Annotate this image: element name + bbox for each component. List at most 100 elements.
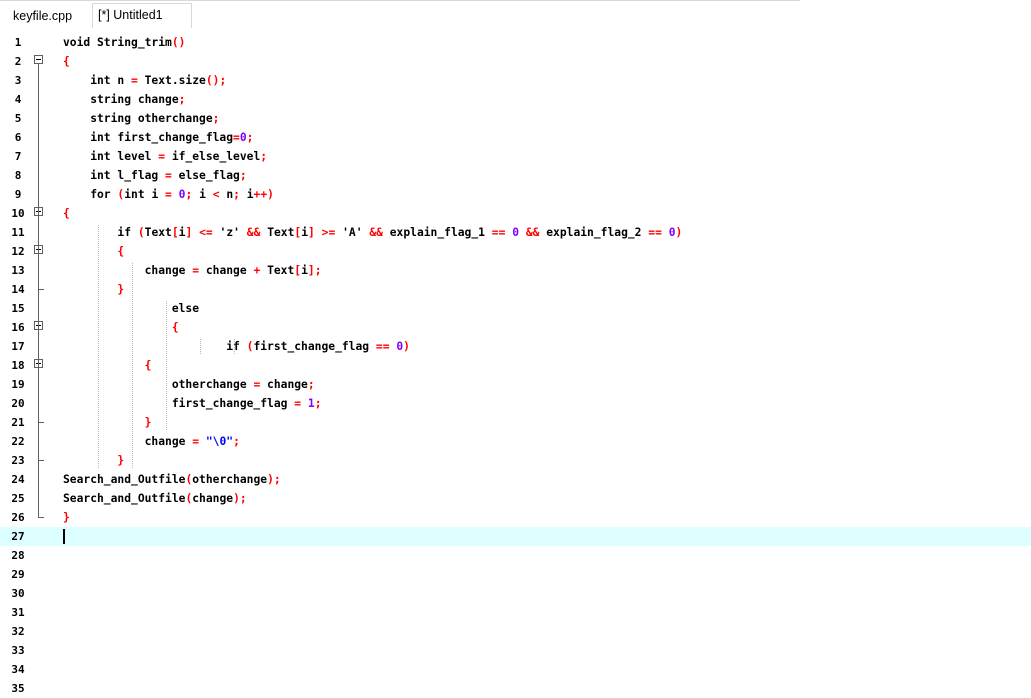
line-number: 25	[11, 492, 25, 505]
line-number: 28	[11, 549, 25, 562]
code-text: Search_and_Outfile(change);	[63, 492, 247, 505]
line-number: 13	[11, 264, 25, 277]
code-line[interactable]: 1 void String_trim()	[0, 33, 1031, 52]
code-text: {	[171, 321, 179, 334]
code-text: {	[63, 207, 70, 220]
code-line[interactable]: 3 int n = Text.size();	[0, 71, 1031, 90]
line-number: 32	[11, 625, 25, 638]
code-line[interactable]: 12 {	[0, 242, 1031, 261]
code-line[interactable]: 7 int level = if_else_level;	[0, 147, 1031, 166]
code-text: if (first_change_flag == 0)	[63, 340, 410, 353]
line-number: 29	[11, 568, 25, 581]
code-line[interactable]: 6 int first_change_flag=0;	[0, 128, 1031, 147]
code-text: change = "\0";	[63, 435, 240, 448]
code-line[interactable]: 18 {	[0, 356, 1031, 375]
code-line[interactable]: 8 int l_flag = else_flag;	[0, 166, 1031, 185]
code-line[interactable]: 27	[0, 527, 1031, 546]
line-number: 24	[11, 473, 25, 486]
line-number: 16	[11, 321, 25, 334]
code-line[interactable]: 4 string change;	[0, 90, 1031, 109]
code-text: int level = if_else_level;	[63, 150, 268, 163]
code-line[interactable]: 28	[0, 546, 1031, 565]
code-line[interactable]: 21 }	[0, 413, 1031, 432]
code-line[interactable]: 9 for (int i = 0; i < n; i++)	[0, 185, 1031, 204]
line-number: 31	[11, 606, 25, 619]
code-line[interactable]: 5 string otherchange;	[0, 109, 1031, 128]
line-number: 20	[11, 397, 25, 410]
code-line[interactable]: 16 {	[0, 318, 1031, 337]
indent-guide	[234, 339, 235, 354]
tab-bar-border	[0, 0, 800, 1]
line-number: 26	[11, 511, 25, 524]
code-line[interactable]: 35	[0, 679, 1031, 698]
line-number: 10	[11, 207, 25, 220]
line-number: 30	[11, 587, 25, 600]
line-number: 4	[14, 93, 22, 106]
line-number: 12	[11, 245, 25, 258]
code-line[interactable]: 14 }	[0, 280, 1031, 299]
code-line[interactable]: 25 Search_and_Outfile(change);	[0, 489, 1031, 508]
code-text: string change;	[63, 93, 186, 106]
line-number: 23	[11, 454, 25, 467]
code-text: {	[117, 245, 125, 258]
code-line[interactable]: 10 {	[0, 204, 1031, 223]
code-line[interactable]: 11 if (Text[i] <= 'z' && Text[i] >= 'A' …	[0, 223, 1031, 242]
fold-gutter-line	[38, 64, 39, 518]
line-number: 19	[11, 378, 25, 391]
line-number: 6	[14, 131, 22, 144]
code-line[interactable]: 26}	[0, 508, 1031, 527]
line-number: 11	[11, 226, 25, 239]
code-line[interactable]: 34	[0, 660, 1031, 679]
code-line[interactable]: 31	[0, 603, 1031, 622]
code-line[interactable]: 20 first_change_flag = 1;	[0, 394, 1031, 413]
code-line[interactable]: 29	[0, 565, 1031, 584]
code-text: {	[63, 55, 70, 68]
line-number: 8	[14, 169, 22, 182]
code-line[interactable]: 17 if (first_change_flag == 0)	[0, 337, 1031, 356]
indent-guide	[132, 263, 133, 468]
line-number: 2	[14, 55, 22, 68]
fold-toggle-icon[interactable]	[34, 55, 43, 64]
tab-keyfile-cpp[interactable]: keyfile.cpp	[8, 5, 92, 27]
code-text: }	[63, 511, 70, 524]
code-line[interactable]: 19 otherchange = change;	[0, 375, 1031, 394]
code-editor[interactable]: 1 void String_trim() 2{3 int n = Text.size…	[0, 30, 1031, 697]
code-line[interactable]: 33	[0, 641, 1031, 660]
text-caret	[63, 529, 65, 544]
code-text: int l_flag = else_flag;	[63, 169, 247, 182]
indent-guide	[98, 225, 99, 468]
code-text: int first_change_flag=0;	[63, 131, 254, 144]
tab-untitled1[interactable]: [*] Untitled1	[92, 3, 192, 28]
code-line[interactable]: 30	[0, 584, 1031, 603]
indent-guide	[200, 339, 201, 354]
line-number: 17	[11, 340, 25, 353]
code-line[interactable]: 13 change = change + Text[i];	[0, 261, 1031, 280]
code-line[interactable]: 15 else	[0, 299, 1031, 318]
code-text: }	[117, 283, 125, 296]
code-text: int n = Text.size();	[63, 74, 227, 87]
code-text: otherchange = change;	[63, 378, 315, 391]
code-line[interactable]: 24 Search_and_Outfile(otherchange);	[0, 470, 1031, 489]
line-number: 34	[11, 663, 25, 676]
code-text: first_change_flag = 1;	[63, 397, 322, 410]
code-line[interactable]: 2{	[0, 52, 1031, 71]
line-number: 7	[14, 150, 22, 163]
code-text: for (int i = 0; i < n; i++)	[63, 188, 274, 201]
line-number: 33	[11, 644, 25, 657]
line-number: 27	[11, 530, 25, 543]
tab-bar: keyfile.cpp [*] Untitled1	[0, 0, 1031, 30]
line-number: 18	[11, 359, 25, 372]
code-text: {	[144, 359, 152, 372]
line-number: 22	[11, 435, 25, 448]
line-number: 35	[11, 682, 25, 695]
code-text: string otherchange;	[63, 112, 220, 125]
code-text: void String_trim()	[63, 36, 186, 49]
code-text: Search_and_Outfile(otherchange);	[63, 473, 281, 486]
code-text: }	[144, 416, 152, 429]
code-line[interactable]: 32	[0, 622, 1031, 641]
line-number: 14	[11, 283, 25, 296]
code-line[interactable]: 22 change = "\0";	[0, 432, 1031, 451]
indent-guide	[166, 301, 167, 430]
line-number: 1	[14, 36, 22, 49]
code-line[interactable]: 23 }	[0, 451, 1031, 470]
